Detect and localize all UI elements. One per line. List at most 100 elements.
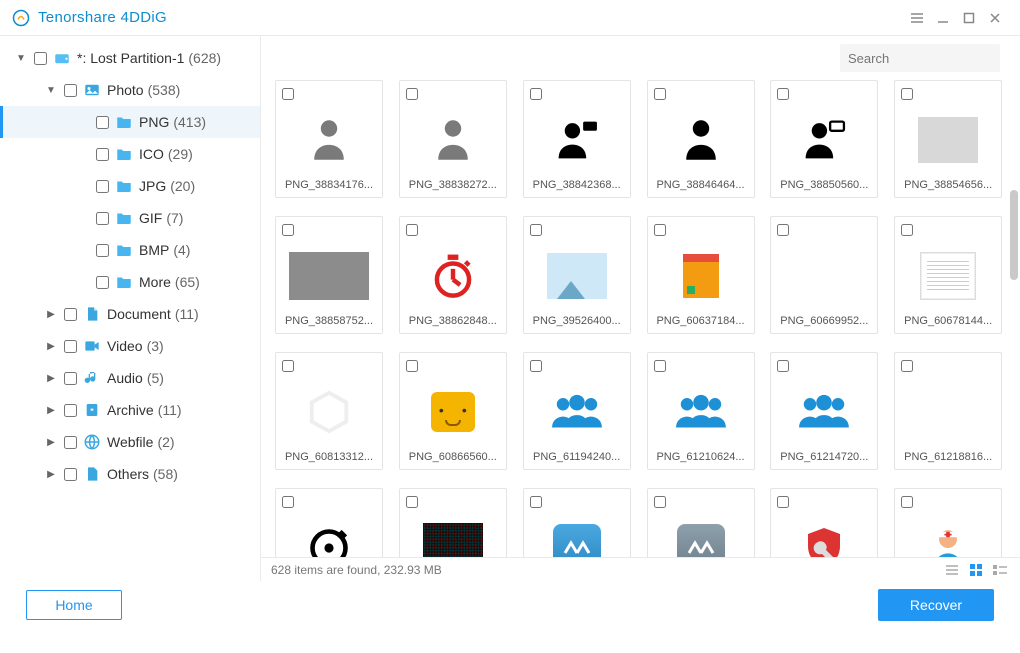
checkbox[interactable] xyxy=(777,360,789,372)
file-item[interactable]: PNG_75337728... xyxy=(523,488,631,557)
sidebar-item-bmp[interactable]: BMP (4) xyxy=(0,234,260,266)
checkbox[interactable] xyxy=(34,52,47,65)
search-row xyxy=(261,36,1020,80)
people-icon xyxy=(673,389,729,435)
checkbox[interactable] xyxy=(654,88,666,100)
checkbox[interactable] xyxy=(777,88,789,100)
sidebar-item-video[interactable]: ▶ Video (3) xyxy=(0,330,260,362)
file-item[interactable]: PNG_38834176... xyxy=(275,80,383,198)
sidebar-item-archive[interactable]: ▶ Archive (11) xyxy=(0,394,260,426)
file-item[interactable]: PNG_38842368... xyxy=(523,80,631,198)
label: ICO xyxy=(139,146,164,162)
sidebar-item-jpg[interactable]: JPG (20) xyxy=(0,170,260,202)
checkbox[interactable] xyxy=(654,224,666,236)
checkbox[interactable] xyxy=(64,308,77,321)
checkbox[interactable] xyxy=(530,224,542,236)
checkbox[interactable] xyxy=(530,360,542,372)
checkbox[interactable] xyxy=(64,404,77,417)
file-item[interactable]: PNG_67330048... xyxy=(399,488,507,557)
checkbox[interactable] xyxy=(530,88,542,100)
file-item[interactable]: PNG_38854656... xyxy=(894,80,1002,198)
maximize-icon[interactable] xyxy=(956,5,982,31)
checkbox[interactable] xyxy=(96,244,109,257)
checkbox[interactable] xyxy=(96,212,109,225)
checkbox[interactable] xyxy=(530,496,542,508)
count: (538) xyxy=(148,82,181,98)
file-item[interactable]: PNG_39526400... xyxy=(523,216,631,334)
checkbox[interactable] xyxy=(64,84,77,97)
file-item[interactable]: PNG_60678144... xyxy=(894,216,1002,334)
checkbox[interactable] xyxy=(64,436,77,449)
search-box[interactable] xyxy=(840,44,1000,72)
checkbox[interactable] xyxy=(406,88,418,100)
label: Webfile xyxy=(107,434,153,450)
checkbox[interactable] xyxy=(777,224,789,236)
checkbox[interactable] xyxy=(96,148,109,161)
sidebar-item-more[interactable]: More (65) xyxy=(0,266,260,298)
view-list-icon[interactable] xyxy=(942,562,962,578)
scrollbar-thumb[interactable] xyxy=(1010,190,1018,280)
view-grid-icon[interactable] xyxy=(966,562,986,578)
file-item[interactable]: PNG_38858752... xyxy=(275,216,383,334)
chevron-right-icon: ▶ xyxy=(44,405,58,416)
file-item[interactable]: PNG_61214720... xyxy=(770,352,878,470)
video-icon xyxy=(83,337,101,355)
sidebar-item-photo[interactable]: ▼ Photo (538) xyxy=(0,74,260,106)
sidebar-item-others[interactable]: ▶ Others (58) xyxy=(0,458,260,490)
file-item[interactable]: PNG_60813312... xyxy=(275,352,383,470)
checkbox[interactable] xyxy=(654,496,666,508)
checkbox[interactable] xyxy=(282,224,294,236)
file-item[interactable]: PNG_38838272... xyxy=(399,80,507,198)
checkbox[interactable] xyxy=(901,496,913,508)
checkbox[interactable] xyxy=(282,360,294,372)
file-item[interactable]: PNG_61210624... xyxy=(647,352,755,470)
search-input[interactable] xyxy=(848,51,1020,66)
file-item[interactable]: PNG_75345920... xyxy=(770,488,878,557)
checkbox[interactable] xyxy=(406,224,418,236)
checkbox[interactable] xyxy=(406,496,418,508)
file-item[interactable]: PNG_38850560... xyxy=(770,80,878,198)
count: (11) xyxy=(175,306,199,322)
sidebar-item-gif[interactable]: GIF (7) xyxy=(0,202,260,234)
sidebar-item-webfile[interactable]: ▶ Webfile (2) xyxy=(0,426,260,458)
checkbox[interactable] xyxy=(96,116,109,129)
checkbox[interactable] xyxy=(282,496,294,508)
checkbox[interactable] xyxy=(96,180,109,193)
minimize-icon[interactable] xyxy=(930,5,956,31)
checkbox[interactable] xyxy=(282,88,294,100)
view-cards-icon[interactable] xyxy=(990,562,1010,578)
checkbox[interactable] xyxy=(901,88,913,100)
file-name: PNG_61210624... xyxy=(654,451,748,463)
file-item[interactable]: PNG_38846464... xyxy=(647,80,755,198)
sidebar-item-root[interactable]: ▼ *: Lost Partition-1 (628) xyxy=(0,42,260,74)
file-item[interactable]: PNG_61218816... xyxy=(894,352,1002,470)
checkbox[interactable] xyxy=(64,372,77,385)
file-item[interactable]: PNG_61194240... xyxy=(523,352,631,470)
close-icon[interactable] xyxy=(982,5,1008,31)
recover-button[interactable]: Recover xyxy=(878,589,994,621)
sidebar-item-ico[interactable]: ICO (29) xyxy=(0,138,260,170)
sidebar-item-audio[interactable]: ▶ Audio (5) xyxy=(0,362,260,394)
checkbox[interactable] xyxy=(64,340,77,353)
checkbox[interactable] xyxy=(654,360,666,372)
file-item[interactable]: PNG_38862848... xyxy=(399,216,507,334)
file-item[interactable]: PNG_75350016... xyxy=(894,488,1002,557)
checkbox[interactable] xyxy=(901,224,913,236)
menu-icon[interactable] xyxy=(904,5,930,31)
checkbox[interactable] xyxy=(777,496,789,508)
sidebar-item-document[interactable]: ▶ Document (11) xyxy=(0,298,260,330)
file-item[interactable]: ••PNG_60866560... xyxy=(399,352,507,470)
checkbox[interactable] xyxy=(901,360,913,372)
file-item[interactable]: PNG_61222912... xyxy=(275,488,383,557)
file-item[interactable]: PNG_60637184... xyxy=(647,216,755,334)
checkbox[interactable] xyxy=(96,276,109,289)
sidebar-item-png[interactable]: PNG (413) xyxy=(0,106,260,138)
file-item[interactable]: PNG_75341824... xyxy=(647,488,755,557)
file-name: PNG_60669952... xyxy=(777,315,871,327)
file-name: PNG_61194240... xyxy=(530,451,624,463)
checkbox[interactable] xyxy=(406,360,418,372)
home-button[interactable]: Home xyxy=(26,590,122,620)
file-item[interactable]: PNG_60669952... xyxy=(770,216,878,334)
label: Others xyxy=(107,466,149,482)
checkbox[interactable] xyxy=(64,468,77,481)
